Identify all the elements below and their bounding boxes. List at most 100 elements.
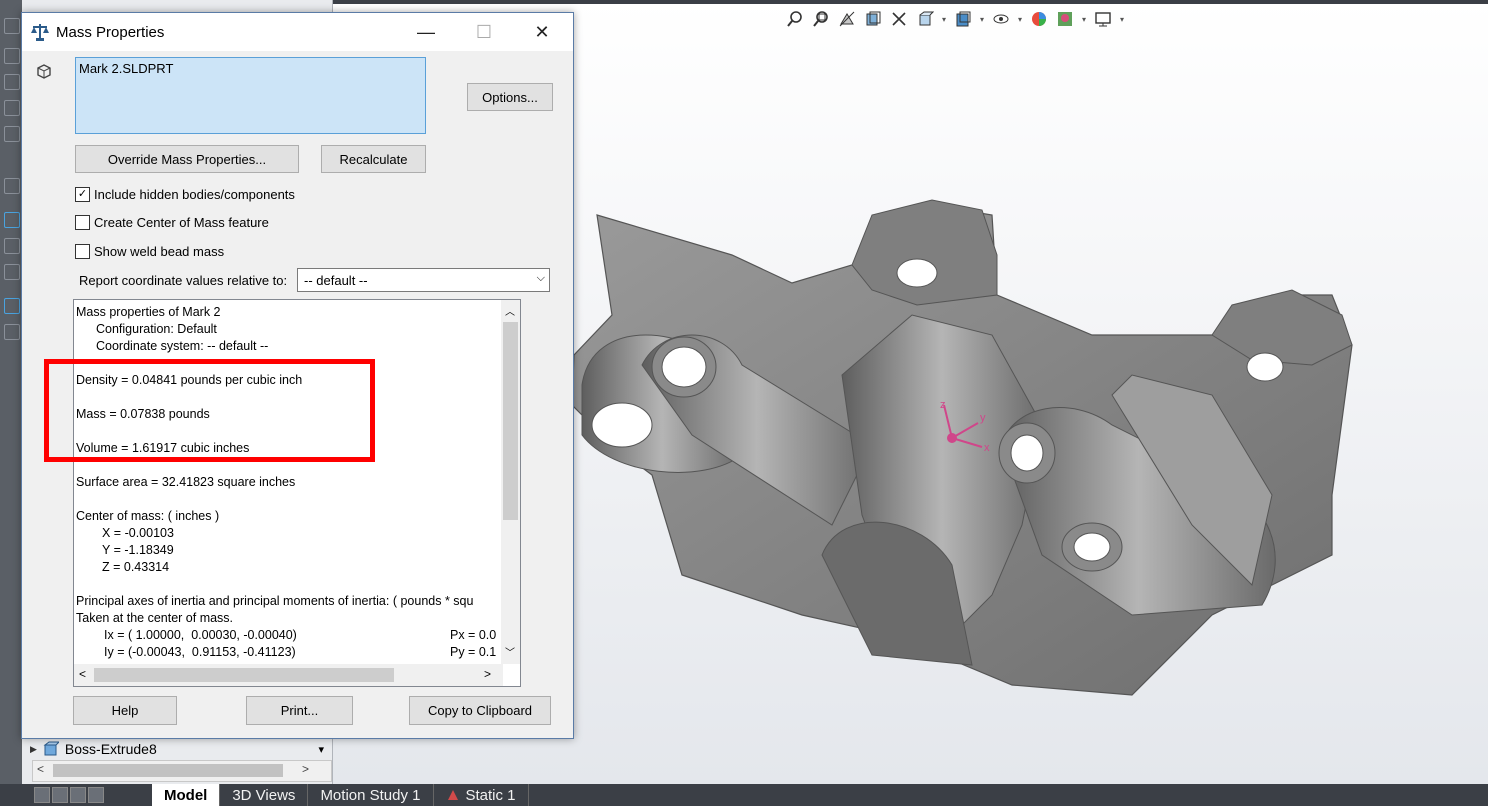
report-coordinates-label: Report coordinate values relative to: xyxy=(79,273,288,288)
maximize-button[interactable]: ☐ xyxy=(461,13,507,51)
dialog-titlebar: Mass Properties — ☐ ✕ xyxy=(22,13,573,51)
scrollbar-thumb[interactable] xyxy=(94,668,394,682)
help-button[interactable]: Help xyxy=(73,696,177,725)
close-button[interactable]: ✕ xyxy=(519,13,565,51)
include-hidden-checkbox[interactable]: ✓ Include hidden bodies/components xyxy=(75,187,295,202)
scroll-left-icon[interactable]: < xyxy=(79,667,86,681)
chevron-down-icon[interactable]: ▾ xyxy=(1016,8,1024,30)
print-button[interactable]: Print... xyxy=(246,696,353,725)
display-style-icon[interactable] xyxy=(952,8,974,30)
principal-axes-heading: Principal axes of inertia and principal … xyxy=(76,594,474,608)
tab-static[interactable]: Static 1 xyxy=(434,784,529,806)
chevron-down-icon[interactable]: ▾ xyxy=(1080,8,1088,30)
tool-icon[interactable] xyxy=(4,238,20,254)
last-tab-icon[interactable] xyxy=(88,787,104,803)
tool-icon[interactable] xyxy=(4,48,20,64)
moment-px: Px = 0.0 xyxy=(450,628,497,642)
override-mass-properties-button[interactable]: Override Mass Properties... xyxy=(75,145,299,173)
checkbox-box[interactable] xyxy=(75,215,90,230)
results-heading: Mass properties of Mark 2 xyxy=(76,305,221,319)
configuration-line: Configuration: Default xyxy=(96,322,217,336)
first-tab-icon[interactable] xyxy=(34,787,50,803)
zoom-to-fit-icon[interactable] xyxy=(784,8,806,30)
tab-label: Model xyxy=(164,786,208,804)
next-tab-icon[interactable] xyxy=(70,787,86,803)
part-model-3d[interactable]: z y x xyxy=(572,195,1362,705)
scroll-right-icon[interactable]: > xyxy=(484,667,491,681)
dynamic-annotation-icon[interactable] xyxy=(888,8,910,30)
center-of-mass-z: Z = 0.43314 xyxy=(102,560,170,574)
scroll-left-icon[interactable]: < xyxy=(37,762,44,776)
apply-scene-icon[interactable] xyxy=(1054,8,1076,30)
tool-icon[interactable] xyxy=(4,264,20,280)
mass-properties-results[interactable]: Mass properties of Mark 2 Configuration:… xyxy=(73,299,521,687)
scroll-down-icon[interactable]: ﹀ xyxy=(505,644,515,659)
tool-icon[interactable] xyxy=(4,74,20,90)
checkbox-box[interactable] xyxy=(75,244,90,259)
scrollbar-thumb[interactable] xyxy=(53,764,283,777)
tool-icon[interactable] xyxy=(4,18,20,34)
prev-tab-icon[interactable] xyxy=(52,787,68,803)
tab-label: Motion Study 1 xyxy=(320,786,421,804)
inertia-iy: Iy = (-0.00043, 0.91153, -0.41123) xyxy=(104,645,296,659)
results-hscrollbar[interactable]: < > xyxy=(74,664,503,686)
center-of-mass-heading: Center of mass: ( inches ) xyxy=(76,509,220,523)
tool-icon[interactable] xyxy=(4,324,20,340)
taken-at-line: Taken at the center of mass. xyxy=(76,611,234,625)
view-orientation-icon[interactable] xyxy=(914,8,936,30)
chevron-down-icon[interactable]: ▾ xyxy=(940,8,948,30)
selection-listbox[interactable]: Mark 2.SLDPRT xyxy=(75,57,426,134)
viewport-top-edge xyxy=(332,0,1488,4)
triad-y-label: y xyxy=(980,412,986,424)
tab-motion-study[interactable]: Motion Study 1 xyxy=(308,784,434,806)
scrollbar-thumb[interactable] xyxy=(503,322,518,520)
selected-item[interactable]: Mark 2.SLDPRT xyxy=(79,61,173,76)
scroll-up-icon[interactable]: ︿ xyxy=(505,303,515,318)
coordinate-system-value: -- default -- xyxy=(304,272,368,288)
inertia-ix: Ix = ( 1.00000, 0.00030, -0.00040) xyxy=(104,628,297,642)
chevron-down-icon[interactable]: ⌵ xyxy=(537,272,545,285)
checkbox-label: Include hidden bodies/components xyxy=(94,187,295,202)
simulation-study-icon xyxy=(447,790,458,800)
tool-icon[interactable] xyxy=(4,178,20,194)
dialog-title: Mass Properties xyxy=(56,23,165,41)
results-vscrollbar[interactable]: ︿ ﹀ xyxy=(501,300,520,664)
tool-icon[interactable] xyxy=(4,126,20,142)
center-of-mass-y: Y = -1.18349 xyxy=(102,543,174,557)
chevron-down-icon[interactable]: ▾ xyxy=(978,8,986,30)
feature-tree-hscrollbar[interactable]: < > xyxy=(32,760,332,782)
center-of-mass-x: X = -0.00103 xyxy=(102,526,174,540)
hide-show-items-icon[interactable] xyxy=(990,8,1012,30)
recalculate-button[interactable]: Recalculate xyxy=(321,145,426,173)
heads-up-view-toolbar: ▾ ▾ ▾ ▾ ▾ xyxy=(784,8,1126,30)
triad-x-label: x xyxy=(984,442,990,454)
feature-tree-item[interactable]: ▶ Boss-Extrude8 ▾ xyxy=(30,738,330,760)
minimize-button[interactable]: — xyxy=(403,13,449,51)
coordinate-system-select[interactable]: -- default -- ⌵ xyxy=(297,268,550,292)
expand-arrow-icon[interactable]: ▶ xyxy=(30,744,37,755)
chevron-down-icon[interactable]: ▾ xyxy=(1118,8,1126,30)
tool-icon[interactable] xyxy=(4,100,20,116)
left-command-strip xyxy=(0,0,22,784)
tool-icon[interactable] xyxy=(4,298,20,314)
chevron-down-icon[interactable]: ▾ xyxy=(318,743,324,756)
previous-view-icon[interactable] xyxy=(836,8,858,30)
scroll-right-icon[interactable]: > xyxy=(302,762,309,776)
tab-3d-views[interactable]: 3D Views xyxy=(220,784,309,806)
tab-label: Static 1 xyxy=(465,786,516,804)
tab-label: 3D Views xyxy=(232,786,296,804)
zoom-to-area-icon[interactable] xyxy=(810,8,832,30)
tab-model[interactable]: Model xyxy=(152,784,221,806)
view-settings-icon[interactable] xyxy=(1092,8,1114,30)
section-view-icon[interactable] xyxy=(862,8,884,30)
create-center-of-mass-checkbox[interactable]: Create Center of Mass feature xyxy=(75,215,269,230)
edit-appearance-icon[interactable] xyxy=(1028,8,1050,30)
surface-area-line: Surface area = 32.41823 square inches xyxy=(76,475,296,489)
checkbox-label: Create Center of Mass feature xyxy=(94,215,269,230)
tool-icon[interactable] xyxy=(4,212,20,228)
copy-to-clipboard-button[interactable]: Copy to Clipboard xyxy=(409,696,551,725)
checkmark-icon[interactable]: ✓ xyxy=(75,187,90,202)
options-button[interactable]: Options... xyxy=(467,83,553,111)
feature-tree-item-label: Boss-Extrude8 xyxy=(64,741,157,757)
show-weld-bead-checkbox[interactable]: Show weld bead mass xyxy=(75,244,224,259)
